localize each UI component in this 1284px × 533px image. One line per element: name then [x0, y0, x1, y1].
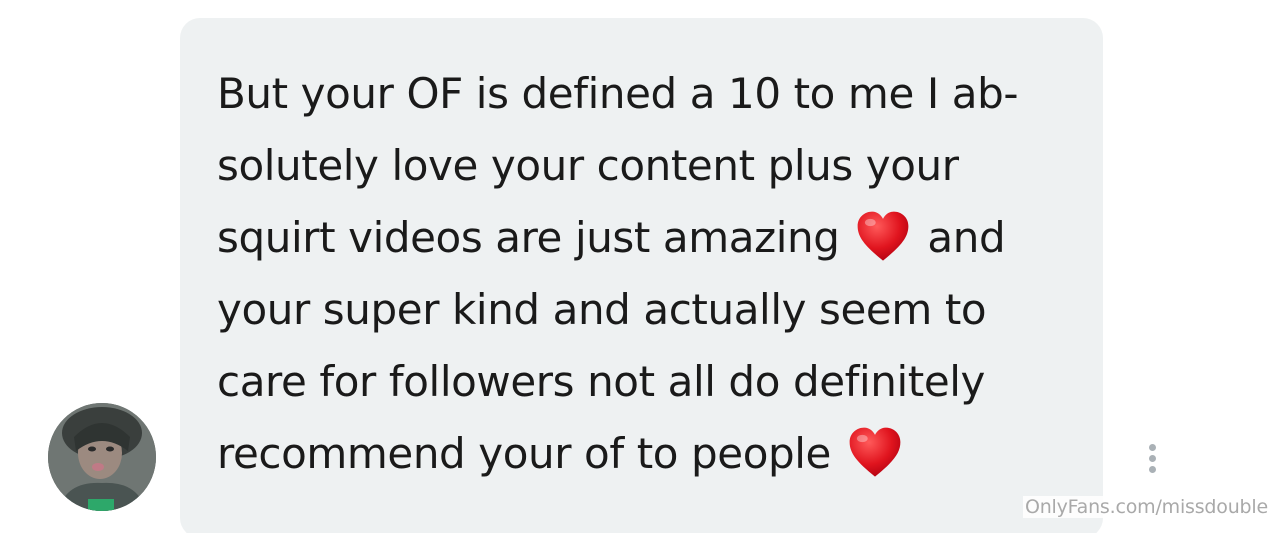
- message-line-3-text: squirt videos are just amazing: [217, 213, 840, 262]
- message-line-3-tail: and: [927, 213, 1006, 262]
- red-heart-emoji-icon: [849, 427, 901, 477]
- menu-dot: [1148, 454, 1156, 462]
- message-line-6: recommend your of to people: [217, 418, 1067, 490]
- message-line-3: squirt videos are just amazing and: [217, 202, 1067, 274]
- menu-dot: [1148, 465, 1156, 473]
- message-line-2: solutely love your content plus your: [217, 141, 959, 190]
- message-line-6-text: recommend your of to people: [217, 429, 831, 478]
- menu-dot: [1148, 443, 1156, 451]
- message-line-5: care for followers not all do definitely: [217, 357, 986, 406]
- user-avatar[interactable]: [48, 403, 156, 511]
- red-heart-emoji-icon: [858, 211, 909, 261]
- user-avatar-photo-icon: [48, 403, 156, 511]
- message-bubble[interactable]: But your OF is defined a 10 to me I ab- …: [180, 18, 1103, 533]
- message-line-4: your super kind and actually seem to: [217, 285, 987, 334]
- more-vertical-icon[interactable]: [1138, 438, 1166, 478]
- message-line-1: But your OF is defined a 10 to me I ab-: [217, 69, 1019, 118]
- watermark: OnlyFans.com/missdouble: [1022, 496, 1270, 518]
- chat-screen: But your OF is defined a 10 to me I ab- …: [0, 0, 1284, 533]
